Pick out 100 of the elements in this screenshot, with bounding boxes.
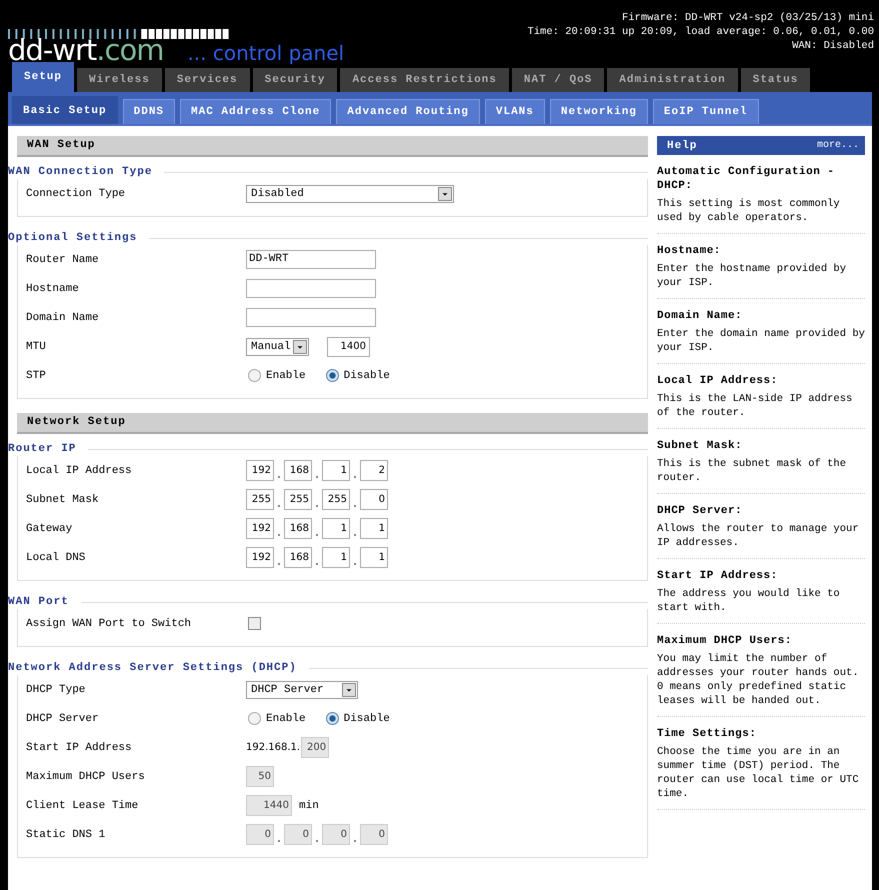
main-tab[interactable]: NAT / QoS: [512, 68, 604, 92]
help-text: This setting is most commonly used by cable operators.: [657, 197, 841, 225]
sub-tab[interactable]: DDNS: [122, 99, 176, 124]
help-heading: Time Settings:: [657, 727, 758, 741]
sub-tab[interactable]: Advanced Routing: [336, 99, 480, 124]
ip-octet-field[interactable]: 192: [246, 518, 274, 539]
field-label: Domain Name: [26, 312, 100, 324]
ip-octet-field[interactable]: 255: [322, 489, 350, 510]
radio-option[interactable]: Enable: [248, 369, 306, 382]
field-label: MTU: [26, 340, 47, 352]
help-heading: Subnet Mask:: [657, 439, 744, 453]
help-text: You may limit the number of addresses your router hands out. 0 means only predefined static leases will be handed out.: [657, 652, 860, 708]
radio-option[interactable]: Enable: [248, 712, 306, 725]
text-field[interactable]: [246, 279, 376, 298]
radio-option[interactable]: Disable: [326, 712, 390, 725]
help-text: Choose the time you are in an summer time (DST) period. The router can use local time or UTC time.: [657, 745, 860, 801]
ip-octet-field[interactable]: 1: [360, 518, 388, 539]
field-label: Connection Type: [26, 188, 126, 200]
field-label: STP: [26, 370, 47, 382]
ip-octet-field[interactable]: 1: [322, 460, 350, 481]
field-label: DHCP Server: [26, 712, 100, 724]
field-label: Subnet Mask: [26, 494, 100, 506]
help-text: Enter the domain name provided by your ISP.: [657, 327, 865, 355]
sub-tab[interactable]: Networking: [550, 99, 648, 124]
help-text: This is the LAN-side IP address of the router.: [657, 392, 854, 420]
group-legend: Network Address Server Settings (DHCP): [8, 662, 297, 674]
tagline: ... control panel: [187, 41, 344, 65]
checkbox[interactable]: [248, 617, 261, 630]
ip-octet-field[interactable]: 1: [322, 547, 350, 568]
ip-prefix: 192.168.1.: [246, 742, 300, 753]
field-label: DHCP Type: [26, 684, 86, 696]
status-info: Firmware: DD-WRT v24-sp2 (03/25/13) mini: [620, 11, 874, 25]
field-label: Hostname: [26, 282, 80, 294]
help-heading: Start IP Address:: [657, 569, 779, 583]
main-tab[interactable]: Services: [164, 68, 250, 92]
ip-octet-field[interactable]: 255: [284, 489, 312, 510]
field-label: Maximum DHCP Users: [26, 770, 146, 782]
radio-label: Enable: [266, 712, 306, 724]
ip-octet-field[interactable]: 1: [360, 547, 388, 568]
field-label: Gateway: [26, 522, 74, 534]
group-legend: WAN Connection Type: [8, 166, 152, 178]
radio-button[interactable]: [248, 369, 261, 382]
sub-tab[interactable]: VLANs: [484, 99, 545, 124]
help-text: This is the subnet mask of the router.: [657, 457, 848, 485]
section-header: WAN Setup: [17, 136, 648, 157]
help-heading: Local IP Address:: [657, 374, 779, 388]
radio-button[interactable]: [326, 712, 339, 725]
radio-option[interactable]: Disable: [326, 369, 390, 382]
field-label: Router Name: [26, 254, 100, 266]
dropdown[interactable]: DHCP Server: [246, 680, 358, 698]
main-tab[interactable]: Wireless: [77, 68, 162, 92]
help-heading: Automatic Configuration - DHCP:: [657, 165, 836, 193]
help-heading: Domain Name:: [657, 309, 744, 323]
help-text: Allows the router to manage your IP addresses.: [657, 522, 860, 550]
radio-label: Disable: [344, 712, 390, 724]
radio-label: Disable: [344, 370, 390, 382]
group-legend: WAN Port: [8, 596, 69, 608]
more-link[interactable]: more...: [816, 140, 859, 151]
group-legend: Optional Settings: [8, 232, 138, 244]
radio-button[interactable]: [248, 712, 261, 725]
field-label: Static DNS 1: [26, 828, 106, 840]
main-tab[interactable]: Access Restrictions: [340, 68, 509, 92]
text-field[interactable]: [246, 308, 376, 327]
ip-octet-field[interactable]: 192: [246, 547, 274, 568]
unit-label: min: [299, 800, 319, 812]
ip-octet-field[interactable]: 168: [284, 547, 312, 568]
caret-icon: [438, 186, 452, 200]
main-tab[interactable]: Setup: [12, 62, 74, 92]
status-info: Time: 20:09:31 up 20:09, load average: 0.06, 0.01, 0.00: [527, 25, 874, 39]
caret-icon: [342, 682, 356, 696]
radio-button[interactable]: [326, 369, 339, 382]
help-title: Help: [667, 140, 698, 152]
group-legend: Router IP: [8, 443, 76, 455]
ip-octet-field[interactable]: 0: [360, 489, 388, 510]
sub-tab[interactable]: MAC Address Clone: [180, 99, 332, 124]
main-tab[interactable]: Status: [740, 68, 810, 92]
field-label: Client Lease Time: [26, 800, 140, 812]
sub-tab[interactable]: EoIP Tunnel: [652, 99, 759, 124]
field-label: Start IP Address: [26, 742, 133, 754]
help-heading: Maximum DHCP Users:: [657, 634, 793, 648]
sub-tab[interactable]: Basic Setup: [12, 96, 118, 124]
ip-octet-field[interactable]: 168: [284, 460, 312, 481]
main-tab[interactable]: Security: [252, 68, 338, 92]
ip-octet-field[interactable]: 168: [284, 518, 312, 539]
logo-stripes-icon: [8, 29, 230, 39]
ip-octet-field[interactable]: 192: [246, 460, 274, 481]
ip-octet-field[interactable]: 1: [322, 518, 350, 539]
field-label: Local DNS: [26, 552, 86, 564]
ip-octet-field[interactable]: 255: [246, 489, 274, 510]
text-field[interactable]: DD-WRT: [246, 250, 376, 269]
help-text: The address you would like to start with.: [657, 587, 841, 615]
number-field[interactable]: 1400: [327, 336, 370, 356]
main-tab[interactable]: Administration: [607, 68, 738, 92]
dropdown[interactable]: Disabled: [246, 184, 454, 202]
help-heading: DHCP Server:: [657, 504, 744, 518]
field-label: Assign WAN Port to Switch: [26, 618, 192, 630]
radio-label: Enable: [266, 370, 306, 382]
dropdown[interactable]: Manual: [246, 338, 309, 356]
field-label: Local IP Address: [26, 464, 133, 476]
ip-octet-field[interactable]: 2: [360, 460, 388, 481]
